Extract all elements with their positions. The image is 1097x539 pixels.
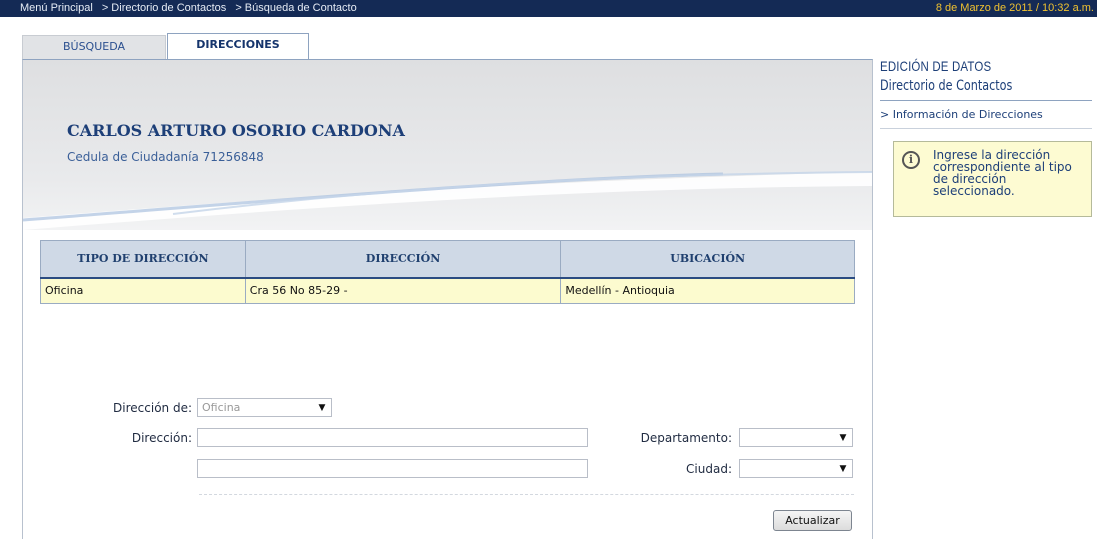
column-header-tipo: TIPO DE DIRECCIÓN — [40, 240, 246, 279]
ciudad-label: Ciudad: — [686, 462, 732, 476]
cell-direccion[interactable]: Cra 56 No 85-29 - — [244, 277, 562, 304]
departamento-label: Departamento: — [640, 431, 732, 445]
chevron-down-icon[interactable]: ▼ — [834, 429, 852, 446]
form-divider — [199, 494, 854, 495]
contact-header: CARLOS ARTURO OSORIO CARDONA Cedula de C… — [23, 60, 872, 230]
info-message: Ingrese la dirección correspondiente al … — [933, 148, 1072, 198]
ciudad-select[interactable]: ▼ — [739, 459, 853, 478]
contact-id: Cedula de Ciudadanía 71256848 — [67, 150, 264, 164]
address-table: TIPO DE DIRECCIÓN DIRECCIÓN UBICACIÓN Of… — [40, 240, 855, 304]
breadcrumb-item-busqueda[interactable]: > Búsqueda de Contacto — [235, 2, 356, 14]
breadcrumb-item-directorio[interactable]: > Directorio de Contactos — [102, 2, 226, 14]
cell-tipo[interactable]: Oficina — [40, 277, 246, 304]
table-row[interactable]: Oficina Cra 56 No 85-29 - Medellín - Ant… — [40, 277, 855, 304]
column-header-ubicacion: UBICACIÓN — [560, 240, 855, 279]
direccion-label: Dirección: — [131, 431, 192, 445]
tab-direcciones[interactable]: DIRECCIONES — [167, 33, 309, 60]
info-box: i Ingrese la dirección correspondiente a… — [893, 141, 1092, 217]
column-header-direccion: DIRECCIÓN — [244, 240, 562, 279]
tab-busqueda[interactable]: BÚSQUEDA — [22, 35, 166, 59]
breadcrumb: Menú Principal > Directorio de Contactos… — [20, 2, 363, 14]
top-bar: Menú Principal > Directorio de Contactos… — [0, 0, 1097, 17]
direccion-de-label: Dirección de: — [113, 401, 192, 415]
direccion-de-value: Oficina — [202, 401, 241, 414]
departamento-select[interactable]: ▼ — [739, 428, 853, 447]
cell-ubicacion[interactable]: Medellín - Antioquia — [560, 277, 855, 304]
sidebar-divider — [880, 100, 1092, 101]
actualizar-button[interactable]: Actualizar — [773, 510, 852, 531]
direccion-line1-input[interactable] — [197, 428, 588, 447]
current-datetime: 8 de Marzo de 2011 / 10:32 a.m. — [935, 2, 1094, 14]
info-icon: i — [902, 151, 920, 169]
sidebar-link-direcciones[interactable]: > Información de Direcciones — [880, 108, 1043, 121]
chevron-down-icon[interactable]: ▼ — [834, 460, 852, 477]
chevron-down-icon[interactable]: ▼ — [313, 399, 331, 416]
header-swoosh — [23, 171, 872, 230]
table-header-row: TIPO DE DIRECCIÓN DIRECCIÓN UBICACIÓN — [40, 240, 855, 279]
sidebar-divider — [880, 128, 1092, 129]
sidebar-subtitle: Directorio de Contactos — [880, 78, 1013, 94]
breadcrumb-item-menu[interactable]: Menú Principal — [20, 2, 93, 14]
sidebar-title: EDICIÓN DE DATOS — [880, 58, 992, 74]
direccion-line2-input[interactable] — [197, 459, 588, 478]
direccion-de-select[interactable]: Oficina ▼ — [197, 398, 332, 417]
contact-name: CARLOS ARTURO OSORIO CARDONA — [67, 121, 405, 140]
